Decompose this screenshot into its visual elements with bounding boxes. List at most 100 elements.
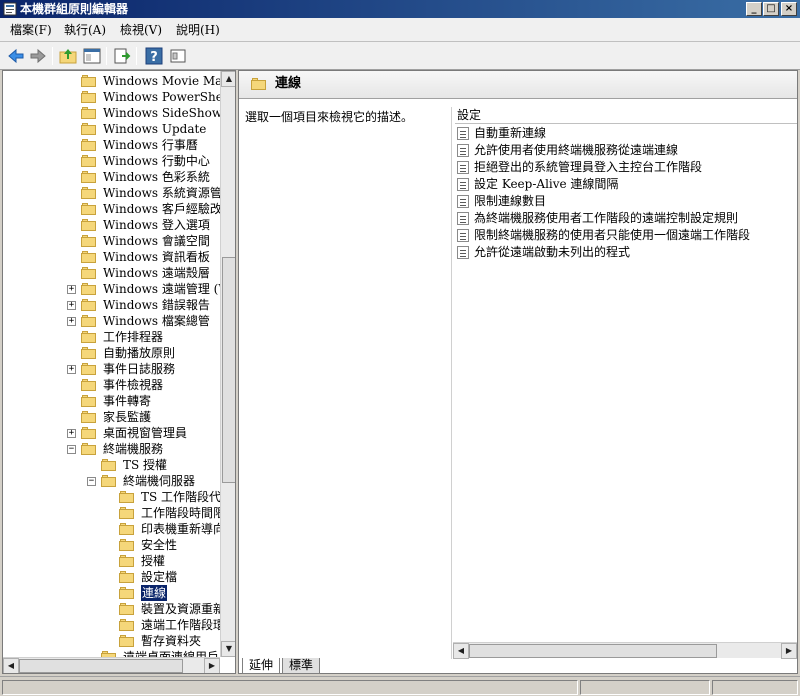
tree-item-label: 終端機伺服器 — [123, 474, 196, 488]
menu-file[interactable]: 檔案(F) — [10, 22, 52, 38]
tree-vertical-scrollbar[interactable]: ▲ ▼ — [220, 71, 235, 657]
folder-icon — [119, 603, 134, 615]
details-pane: 連線 選取一個項目來檢視它的描述。 設定 自動重新連線 允許使用者使用終端機服務從… — [238, 70, 798, 674]
tree-item-label: Windows 登入選項 — [103, 218, 210, 232]
forward-icon[interactable] — [28, 46, 48, 66]
expand-icon[interactable]: + — [67, 365, 76, 374]
svg-text:?: ? — [150, 50, 158, 65]
pane-divider[interactable] — [451, 107, 452, 659]
folder-icon — [81, 283, 96, 295]
menu-action[interactable]: 執行(A) — [64, 22, 106, 38]
details-horizontal-scroll-thumb[interactable] — [469, 644, 717, 658]
tree-item-label: 連線 — [141, 585, 168, 601]
toolbar-separator — [136, 47, 137, 65]
tree-item-label: 終端機服務 — [103, 442, 164, 456]
policy-setting-icon — [457, 229, 469, 242]
folder-icon — [81, 235, 96, 247]
tree-item-label: Windows 遠端管理 (W: — [103, 282, 234, 296]
description-text: 選取一個項目來檢視它的描述。 — [245, 110, 414, 124]
view-tabs: 延伸 標準 — [238, 658, 798, 674]
folder-icon — [81, 251, 96, 263]
scroll-right-icon[interactable]: ▶ — [781, 643, 797, 659]
folder-icon — [81, 427, 96, 439]
tree-item-label: 事件檢視器 — [103, 378, 164, 392]
policy-setting-icon — [457, 246, 469, 259]
tree-vertical-scroll-thumb[interactable] — [222, 257, 235, 483]
folder-icon — [101, 459, 116, 471]
expand-icon[interactable]: + — [67, 429, 76, 438]
folder-icon — [81, 171, 96, 183]
policy-setting-icon — [457, 178, 469, 191]
tab-standard[interactable]: 標準 — [282, 658, 321, 674]
folder-icon — [81, 155, 96, 167]
folder-icon — [81, 443, 96, 455]
tree-item-label: 事件日誌服務 — [103, 362, 176, 376]
tree-horizontal-scroll-thumb[interactable] — [19, 659, 183, 673]
folder-icon — [81, 299, 96, 311]
details-horizontal-scrollbar[interactable]: ◀ ▶ — [453, 642, 797, 659]
tree-item-label: Windows 色彩系統 — [103, 170, 210, 184]
folder-icon — [119, 587, 134, 599]
tree-item-label: Windows 客戶經驗改進 — [103, 202, 234, 216]
menu-bar: 檔案(F) 執行(A) 檢視(V) 說明(H) — [0, 18, 800, 42]
scroll-right-icon[interactable]: ▶ — [204, 658, 220, 673]
tree-item-label: 授權 — [141, 554, 166, 568]
minimize-button[interactable]: _ — [746, 2, 762, 16]
toolbar-separator — [106, 47, 107, 65]
folder-icon — [81, 139, 96, 151]
collapse-icon[interactable]: − — [67, 445, 76, 454]
policy-setting-icon — [457, 212, 469, 225]
details-header: 連線 — [239, 71, 797, 99]
tree-item-label: 工作排程器 — [103, 330, 164, 344]
toolbar-separator — [52, 47, 53, 65]
collapse-icon[interactable]: − — [87, 477, 96, 486]
close-button[interactable]: × — [781, 2, 797, 16]
expand-icon[interactable]: + — [67, 301, 76, 310]
folder-icon — [251, 78, 266, 90]
maximize-button[interactable]: □ — [763, 2, 779, 16]
menu-help[interactable]: 說明(H) — [176, 22, 220, 38]
folder-icon — [81, 267, 96, 279]
folder-icon — [119, 571, 134, 583]
up-folder-icon[interactable] — [58, 46, 78, 66]
status-panel — [580, 680, 710, 695]
details-title: 連線 — [275, 76, 302, 91]
folder-icon — [81, 379, 96, 391]
scroll-left-icon[interactable]: ◀ — [3, 658, 19, 673]
status-panel — [2, 680, 578, 695]
tree-item-label: Windows 遠端殼層 — [103, 266, 210, 280]
folder-icon — [81, 315, 96, 327]
properties-icon[interactable] — [168, 46, 188, 66]
expand-icon[interactable]: + — [67, 285, 76, 294]
scroll-down-icon[interactable]: ▼ — [221, 641, 235, 657]
expand-icon[interactable]: + — [67, 317, 76, 326]
folder-icon — [119, 523, 134, 535]
help-icon[interactable]: ? — [144, 46, 164, 66]
tree-pane[interactable]: Windows Movie Maker Windows PowerShell Win… — [2, 70, 236, 674]
setting-label: 設定 Keep-Alive 連線間隔 — [474, 177, 619, 191]
show-hide-tree-icon[interactable] — [82, 46, 102, 66]
scroll-left-icon[interactable]: ◀ — [453, 643, 469, 659]
settings-column-header[interactable]: 設定 — [455, 107, 797, 124]
tab-extended[interactable]: 延伸 — [242, 658, 281, 674]
policy-setting-icon — [457, 195, 469, 208]
title-bar[interactable]: 本機群組原則編輯器 _ □ × — [0, 0, 800, 18]
folder-icon — [119, 635, 134, 647]
tree-item-label: 家長監護 — [103, 410, 152, 424]
folder-icon — [81, 331, 96, 343]
folder-icon — [119, 539, 134, 551]
tree-item-label: 設定檔 — [141, 570, 178, 584]
folder-icon — [81, 107, 96, 119]
window-title: 本機群組原則編輯器 — [20, 2, 129, 16]
back-icon[interactable] — [6, 46, 26, 66]
export-list-icon[interactable] — [112, 46, 132, 66]
menu-view[interactable]: 檢視(V) — [120, 22, 162, 38]
folder-icon — [81, 203, 96, 215]
tree-item-label: Windows SideShow — [103, 106, 223, 120]
folder-icon — [81, 123, 96, 135]
scroll-up-icon[interactable]: ▲ — [221, 71, 235, 87]
tree-item-label: Windows 錯誤報告 — [103, 298, 210, 312]
folder-icon — [81, 347, 96, 359]
tree-item-label: TS 授權 — [123, 458, 168, 472]
tree-horizontal-scrollbar[interactable]: ◀ ▶ — [3, 657, 220, 673]
